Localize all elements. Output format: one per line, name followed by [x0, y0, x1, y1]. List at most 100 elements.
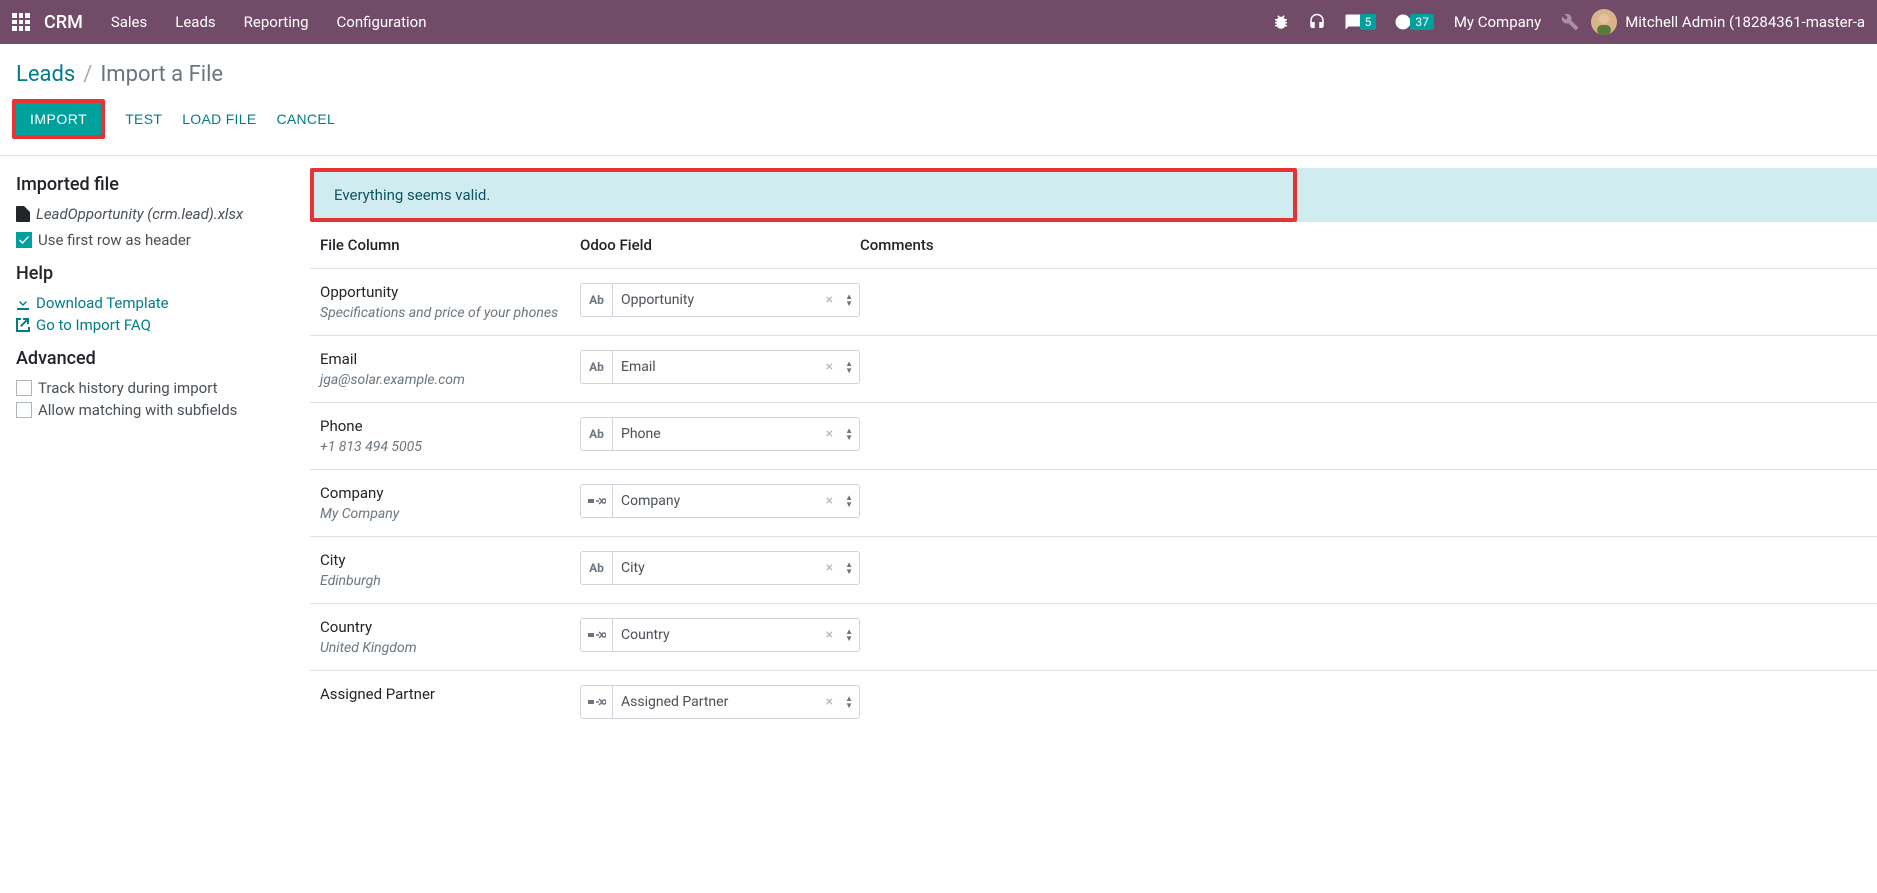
clear-icon[interactable]: ×	[820, 694, 839, 710]
clear-icon[interactable]: ×	[820, 560, 839, 576]
clear-icon[interactable]: ×	[820, 359, 839, 375]
field-sample: United Kingdom	[320, 640, 580, 656]
validation-banner: Everything seems valid.	[314, 172, 1293, 218]
mapping-row: CityEdinburghAbCity×▲▼	[310, 536, 1877, 603]
company-selector[interactable]: My Company	[1446, 13, 1549, 31]
dropdown-arrows-icon[interactable]: ▲▼	[839, 695, 859, 709]
navbar-menu: Sales Leads Reporting Configuration	[111, 13, 427, 31]
messages-badge: 5	[1360, 14, 1377, 30]
dropdown-arrows-icon[interactable]: ▲▼	[839, 561, 859, 575]
tools-icon[interactable]	[1555, 13, 1585, 31]
field-type-icon: Ab	[581, 351, 613, 383]
odoo-field-select[interactable]: Assigned Partner×▲▼	[580, 685, 860, 719]
dropdown-arrows-icon[interactable]: ▲▼	[839, 293, 859, 307]
sidebar: Imported file LeadOpportunity (crm.lead)…	[0, 156, 310, 733]
download-icon	[16, 296, 30, 310]
mapping-row: Opportunity Specifications and price of y…	[310, 268, 1877, 335]
allow-subfields-option[interactable]: Allow matching with subfields	[16, 401, 294, 419]
file-icon	[16, 206, 30, 222]
toolbar: IMPORT TEST LOAD FILE CANCEL	[0, 87, 1877, 156]
select-value: City	[613, 560, 820, 576]
content-area: Everything seems valid. File Column Odoo…	[310, 156, 1877, 733]
messages-icon[interactable]: 5	[1338, 13, 1383, 31]
dropdown-arrows-icon[interactable]: ▲▼	[839, 628, 859, 642]
mapping-row: CompanyMy CompanyCompany×▲▼	[310, 469, 1877, 536]
select-value: Company	[613, 493, 820, 509]
menu-configuration[interactable]: Configuration	[337, 13, 427, 31]
select-value: Assigned Partner	[613, 694, 820, 710]
mapping-table-header: File Column Odoo Field Comments	[310, 222, 1877, 268]
advanced-heading: Advanced	[16, 348, 294, 369]
app-name[interactable]: CRM	[44, 12, 83, 33]
menu-reporting[interactable]: Reporting	[244, 13, 309, 31]
field-sample: Edinburgh	[320, 573, 580, 589]
mapping-row: Country United KingdomCountry×▲▼	[310, 603, 1877, 670]
clear-icon[interactable]: ×	[820, 292, 839, 308]
highlight-validation: Everything seems valid.	[310, 168, 1297, 222]
menu-sales[interactable]: Sales	[111, 13, 147, 31]
field-type-icon	[581, 485, 613, 517]
field-column-name: Assigned Partner	[320, 685, 580, 703]
select-value: Email	[613, 359, 820, 375]
user-menu[interactable]: Mitchell Admin (18284361-master-a	[1591, 9, 1865, 35]
field-column-name: Company	[320, 484, 580, 502]
odoo-field-select[interactable]: Country×▲▼	[580, 618, 860, 652]
dropdown-arrows-icon[interactable]: ▲▼	[839, 360, 859, 374]
load-file-button[interactable]: LOAD FILE	[182, 111, 256, 127]
help-heading: Help	[16, 263, 294, 284]
checkbox-icon	[16, 380, 32, 396]
import-faq-link[interactable]: Go to Import FAQ	[16, 316, 294, 334]
checkbox-icon	[16, 402, 32, 418]
header-comments: Comments	[860, 236, 1877, 254]
odoo-field-select[interactable]: AbCity×▲▼	[580, 551, 860, 585]
mapping-row: Phone +1 813 494 5005AbPhone×▲▼	[310, 402, 1877, 469]
field-type-icon: Ab	[581, 552, 613, 584]
external-link-icon	[16, 318, 30, 332]
odoo-field-select[interactable]: AbPhone×▲▼	[580, 417, 860, 451]
cancel-button[interactable]: CANCEL	[276, 111, 335, 127]
header-odoo-field: Odoo Field	[580, 236, 860, 254]
odoo-field-select[interactable]: Company×▲▼	[580, 484, 860, 518]
clear-icon[interactable]: ×	[820, 426, 839, 442]
track-history-option[interactable]: Track history during import	[16, 379, 294, 397]
dropdown-arrows-icon[interactable]: ▲▼	[839, 427, 859, 441]
field-type-icon: Ab	[581, 418, 613, 450]
field-type-icon: Ab	[581, 284, 613, 316]
clear-icon[interactable]: ×	[820, 627, 839, 643]
field-type-icon	[581, 619, 613, 651]
apps-icon[interactable]	[12, 13, 30, 31]
navbar: CRM Sales Leads Reporting Configuration …	[0, 0, 1877, 44]
select-value: Opportunity	[613, 292, 820, 308]
import-button[interactable]: IMPORT	[16, 103, 101, 135]
dropdown-arrows-icon[interactable]: ▲▼	[839, 494, 859, 508]
user-name: Mitchell Admin (18284361-master-a	[1625, 13, 1865, 31]
field-sample: My Company	[320, 506, 580, 522]
filename: LeadOpportunity (crm.lead).xlsx	[36, 205, 243, 223]
breadcrumb-sep: /	[83, 62, 92, 87]
highlight-import-button: IMPORT	[12, 99, 105, 139]
field-column-name: Phone	[320, 417, 580, 435]
field-type-icon	[581, 686, 613, 718]
validation-banner-wrap: Everything seems valid.	[310, 168, 1877, 222]
breadcrumb-parent[interactable]: Leads	[16, 62, 75, 87]
test-button[interactable]: TEST	[125, 111, 162, 127]
download-template-link[interactable]: Download Template	[16, 294, 294, 312]
menu-leads[interactable]: Leads	[175, 13, 215, 31]
clear-icon[interactable]: ×	[820, 493, 839, 509]
field-column-name: City	[320, 551, 580, 569]
field-column-name: Email	[320, 350, 580, 368]
field-column-name: Opportunity	[320, 283, 580, 301]
first-row-header-label: Use first row as header	[38, 231, 191, 249]
odoo-field-select[interactable]: AbOpportunity×▲▼	[580, 283, 860, 317]
odoo-field-select[interactable]: AbEmail×▲▼	[580, 350, 860, 384]
breadcrumb-current: Import a File	[100, 62, 223, 87]
activities-icon[interactable]: 37	[1388, 13, 1440, 31]
field-sample: +1 813 494 5005	[320, 439, 580, 455]
debug-icon[interactable]	[1266, 13, 1296, 31]
field-sample: Specifications and price of your phones	[320, 305, 580, 321]
first-row-header-option[interactable]: Use first row as header	[16, 231, 294, 249]
avatar	[1591, 9, 1617, 35]
activities-badge: 37	[1410, 14, 1434, 30]
field-column-name: Country	[320, 618, 580, 636]
support-icon[interactable]	[1302, 13, 1332, 31]
